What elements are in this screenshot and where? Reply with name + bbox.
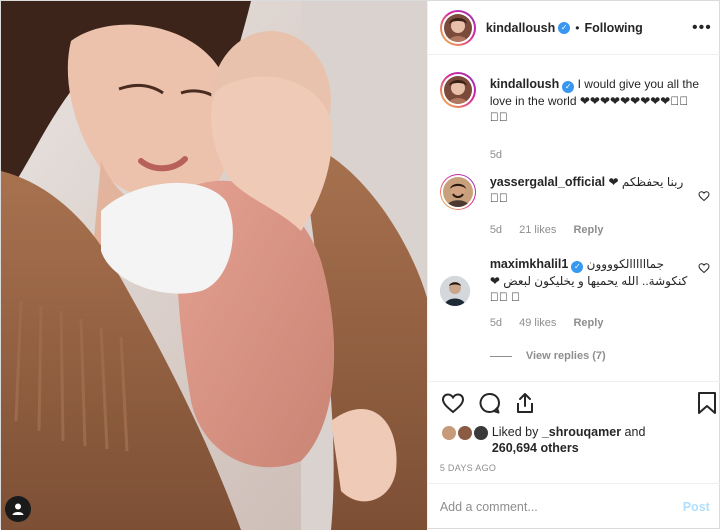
- reply-button[interactable]: Reply: [573, 224, 603, 236]
- post-header: kindalloush ✓ • Following •••: [427, 1, 720, 55]
- view-replies-button[interactable]: View replies (7): [489, 350, 606, 362]
- post-timestamp[interactable]: 5 DAYS AGO: [440, 463, 496, 473]
- verified-badge-icon: ✓: [558, 21, 571, 34]
- divider-line: [489, 355, 512, 357]
- liked-by-user[interactable]: _shrouqamer: [542, 425, 621, 439]
- comment-like-heart-icon[interactable]: [698, 262, 710, 277]
- comment-bubble-icon[interactable]: [476, 390, 502, 416]
- verified-badge-icon: ✓: [562, 81, 575, 93]
- comment-input[interactable]: [439, 500, 683, 514]
- separator-dot: •: [575, 20, 580, 35]
- user-tag-icon[interactable]: [5, 496, 31, 522]
- caption-avatar[interactable]: [443, 76, 472, 104]
- comments-list[interactable]: kindalloush ✓ I would give you all the lo…: [428, 56, 720, 381]
- comment-likes[interactable]: 21 likes: [519, 224, 556, 236]
- author-avatar[interactable]: [443, 13, 472, 42]
- comment-time[interactable]: 5d: [490, 317, 502, 329]
- add-comment-bar: Post: [427, 483, 720, 530]
- comment-username[interactable]: maximkhalil1: [490, 257, 569, 271]
- comment-time[interactable]: 5d: [490, 224, 502, 236]
- liker-avatars[interactable]: [439, 424, 492, 444]
- view-replies-label: View replies (7): [525, 350, 606, 362]
- comment-avatar-ring[interactable]: [439, 174, 476, 210]
- action-icons-row: [440, 390, 716, 418]
- post-comment-button[interactable]: Post: [683, 500, 710, 514]
- post-actions: Liked by _shrouqamer and 260,694 others …: [427, 381, 720, 481]
- comment-username[interactable]: yassergalal_official: [490, 175, 605, 189]
- caption-time[interactable]: 5d: [490, 149, 502, 161]
- comment-avatar[interactable]: [439, 276, 470, 306]
- ellipsis-icon[interactable]: •••: [692, 19, 712, 37]
- author-username[interactable]: kindalloush: [486, 21, 555, 35]
- bookmark-icon[interactable]: [694, 390, 720, 416]
- post-photo[interactable]: [1, 1, 427, 530]
- comment-item: yassergalal_official ربنا يحفظكم ❤ 􀀀􀀀 5d…: [439, 174, 710, 244]
- comment-likes[interactable]: 49 likes: [519, 317, 556, 329]
- author-avatar-ring[interactable]: [439, 9, 476, 46]
- comment-like-heart-icon[interactable]: [698, 190, 710, 205]
- reply-button[interactable]: Reply: [573, 317, 603, 329]
- photo-illustration: [1, 1, 427, 530]
- comment-item: maximkhalil1 ✓ جماااااالكوووون كنكوشة.. ا…: [439, 254, 710, 344]
- instagram-post: kindalloush ✓ • Following ••• kindallous…: [0, 0, 720, 530]
- comment-avatar[interactable]: [442, 177, 473, 207]
- caption-username[interactable]: kindalloush: [490, 77, 559, 91]
- liked-by-prefix: Liked by: [491, 425, 539, 439]
- caption: kindalloush ✓ I would give you all the lo…: [439, 72, 710, 162]
- post-sidebar: kindalloush ✓ • Following ••• kindallous…: [426, 1, 720, 530]
- liker-avatar: [471, 424, 490, 442]
- likes-summary: Liked by _shrouqamer and 260,694 others: [439, 424, 646, 456]
- follow-status-button[interactable]: Following: [584, 21, 642, 35]
- heart-icon[interactable]: [440, 390, 466, 416]
- caption-avatar-ring[interactable]: [439, 72, 476, 108]
- share-icon[interactable]: [512, 390, 538, 416]
- likes-others-count[interactable]: 260,694 others: [492, 441, 579, 455]
- verified-badge-icon: ✓: [571, 261, 584, 273]
- liked-by-and: and: [624, 425, 646, 439]
